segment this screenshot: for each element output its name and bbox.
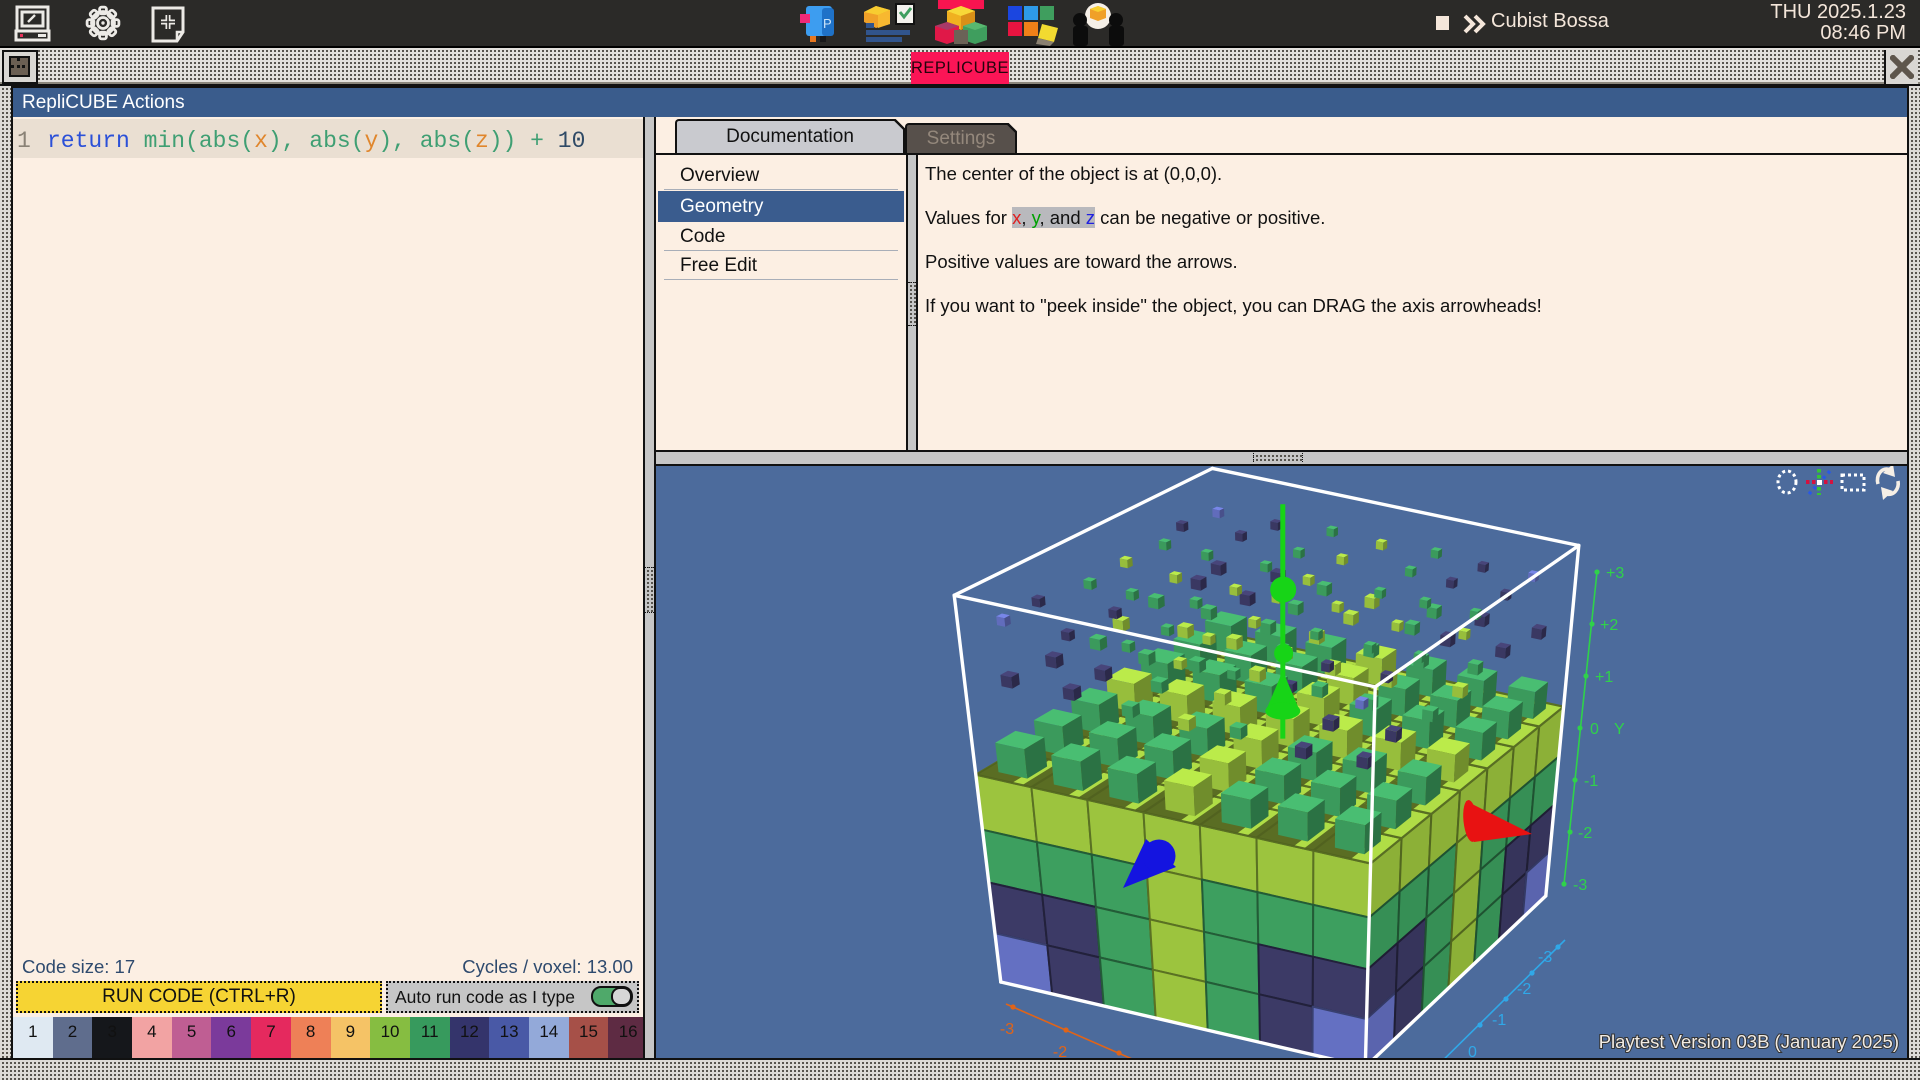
- svg-text:0: 0: [1468, 1044, 1477, 1058]
- svg-text:-2: -2: [1053, 1044, 1067, 1058]
- svg-text:+1: +1: [1595, 669, 1613, 686]
- svg-text:-1: -1: [1584, 773, 1598, 790]
- svg-text:P: P: [823, 16, 832, 31]
- svg-text:+2: +2: [1600, 617, 1618, 634]
- svg-text:-3: -3: [1573, 877, 1587, 894]
- svg-text:Y: Y: [1614, 721, 1625, 738]
- svg-text:-3: -3: [1000, 1021, 1014, 1038]
- svg-text:-2: -2: [1578, 825, 1592, 842]
- svg-text:0: 0: [1590, 721, 1599, 738]
- svg-text:-1: -1: [1492, 1012, 1506, 1029]
- svg-text:-3: -3: [1538, 949, 1552, 966]
- svg-text:Playtest Version 03B (January: Playtest Version 03B (January 2025): [1599, 1031, 1899, 1052]
- svg-text:-2: -2: [1517, 981, 1531, 998]
- svg-text:+3: +3: [1606, 565, 1624, 582]
